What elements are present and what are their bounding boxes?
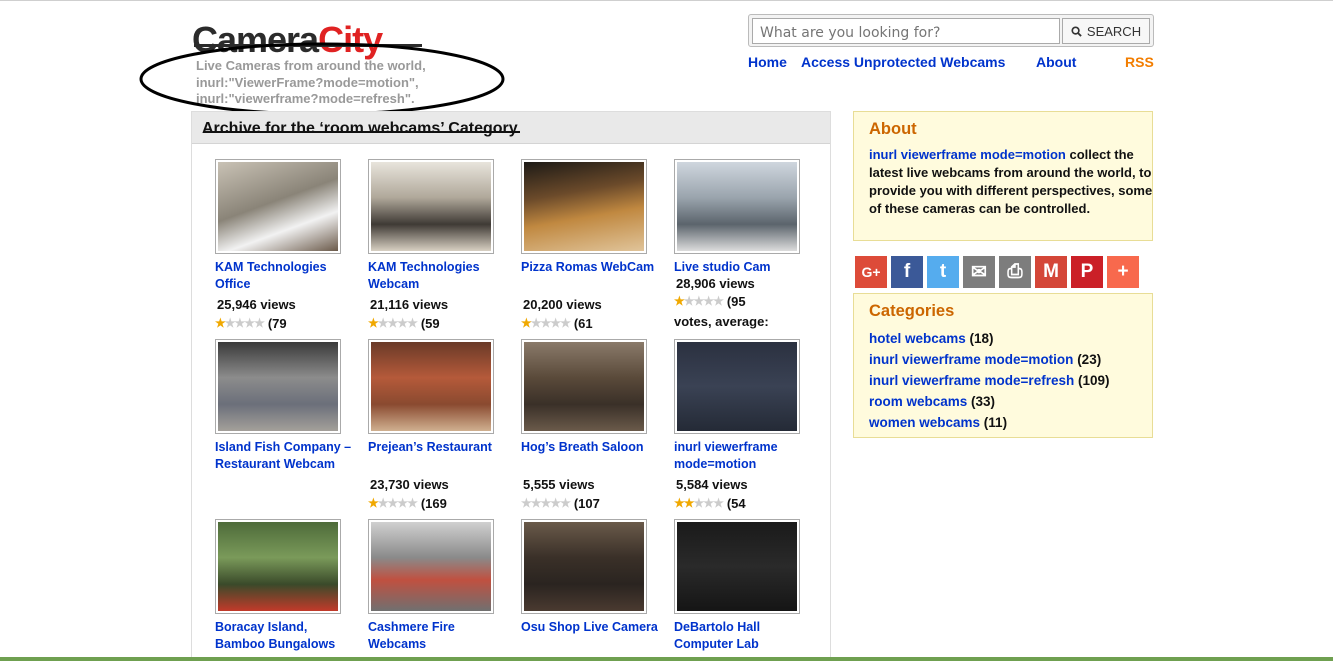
category-item: hotel webcams (18) xyxy=(869,328,1110,349)
webcam-rating[interactable]: ★★★★★ (169 xyxy=(368,496,447,511)
webcam-thumbnail[interactable] xyxy=(215,519,341,614)
search-button-label: SEARCH xyxy=(1086,23,1142,39)
webcam-thumbnail[interactable] xyxy=(674,519,800,614)
nav-about[interactable]: About xyxy=(1036,54,1076,70)
rating-vote-count: (169 xyxy=(420,496,447,511)
about-box: About inurl viewerframe mode=motion coll… xyxy=(853,111,1153,241)
webcam-title-link[interactable]: inurl viewerframe mode=motion xyxy=(674,439,812,473)
webcam-rating[interactable]: ★★★★★ (79 xyxy=(215,316,287,331)
webcam-thumbnail[interactable] xyxy=(368,339,494,434)
rating-stars-icon[interactable]: ★★★★★ xyxy=(674,496,724,510)
rating-votes-text: votes, average: xyxy=(674,314,769,329)
category-link[interactable]: hotel webcams xyxy=(869,331,966,346)
rating-stars-icon[interactable]: ★★★★★ xyxy=(674,294,724,308)
webcam-thumbnail[interactable] xyxy=(215,339,341,434)
hand-drawn-circle-annotation xyxy=(139,42,505,116)
nav-access-unprotected-webcams[interactable]: Access Unprotected Webcams xyxy=(801,54,1005,70)
rating-vote-count: (95 xyxy=(726,294,746,309)
webcam-title-link[interactable]: Prejean’s Restaurant xyxy=(368,439,506,456)
webcam-title-link[interactable]: Osu Shop Live Camera xyxy=(521,619,659,636)
rating-vote-count: (59 xyxy=(420,316,440,331)
rating-stars-icon[interactable]: ★★★★★ xyxy=(521,316,571,330)
webcam-title-link[interactable]: Live studio Cam xyxy=(674,259,812,276)
webcam-thumbnail[interactable] xyxy=(521,339,647,434)
webcam-view-count: 21,116 views xyxy=(370,297,449,312)
search-bar: SEARCH xyxy=(748,14,1154,47)
about-link[interactable]: inurl viewerframe mode=motion xyxy=(869,147,1066,162)
webcam-title-link[interactable]: Cashmere Fire Webcams xyxy=(368,619,506,653)
category-link[interactable]: inurl viewerframe mode=motion xyxy=(869,352,1073,367)
webcam-title-link[interactable]: KAM Technologies Office xyxy=(215,259,353,293)
webcam-thumbnail[interactable] xyxy=(368,519,494,614)
category-item: women webcams (11) xyxy=(869,412,1110,433)
rating-stars-icon[interactable]: ★★★★★ xyxy=(368,316,418,330)
rating-vote-count: (107 xyxy=(573,496,600,511)
facebook-icon[interactable]: f xyxy=(891,256,923,288)
category-item: inurl viewerframe mode=refresh (109) xyxy=(869,370,1110,391)
more-share-icon[interactable]: + xyxy=(1107,256,1139,288)
webcam-rating[interactable]: ★★★★★ (59 xyxy=(368,316,440,331)
gmail-icon[interactable]: M xyxy=(1035,256,1067,288)
webcam-view-count: 25,946 views xyxy=(217,297,296,312)
rating-vote-count: (54 xyxy=(726,496,746,511)
category-link[interactable]: women webcams xyxy=(869,415,980,430)
archive-header: Archive for the ‘room webcams’ Category xyxy=(192,112,830,144)
category-link[interactable]: room webcams xyxy=(869,394,967,409)
webcam-title-link[interactable]: Boracay Island, Bamboo Bungalows xyxy=(215,619,353,653)
rating-stars-icon[interactable]: ★★★★★ xyxy=(521,496,571,510)
webcam-view-count: 23,730 views xyxy=(370,477,449,492)
webcam-thumbnail[interactable] xyxy=(674,339,800,434)
rating-stars-icon[interactable]: ★★★★★ xyxy=(368,496,418,510)
webcam-title-link[interactable]: Pizza Romas WebCam xyxy=(521,259,659,276)
category-count: (33) xyxy=(967,394,996,409)
pinterest-icon[interactable]: P xyxy=(1071,256,1103,288)
search-input[interactable] xyxy=(752,18,1060,44)
category-item: inurl viewerframe mode=motion (23) xyxy=(869,349,1110,370)
category-count: (18) xyxy=(965,331,994,346)
nav-rss[interactable]: RSS xyxy=(1125,54,1154,70)
webcam-rating[interactable]: ★★★★★ (95 xyxy=(674,294,746,309)
rating-stars-icon[interactable]: ★★★★★ xyxy=(215,316,265,330)
webcam-rating[interactable]: ★★★★★ (107 xyxy=(521,496,600,511)
webcam-rating[interactable]: ★★★★★ (61 xyxy=(521,316,593,331)
webcam-view-count: 5,584 views xyxy=(676,477,748,492)
webcam-title-link[interactable]: Hog’s Breath Saloon xyxy=(521,439,659,456)
webcam-title-link[interactable]: KAM Technologies Webcam xyxy=(368,259,506,293)
category-item: room webcams (33) xyxy=(869,391,1110,412)
search-icon xyxy=(1071,25,1082,37)
bottom-divider xyxy=(0,657,1333,661)
webcam-title-link[interactable]: Island Fish Company – Restaurant Webcam xyxy=(215,439,353,473)
webcam-view-count: 20,200 views xyxy=(523,297,602,312)
nav-home[interactable]: Home xyxy=(748,54,787,70)
categories-title: Categories xyxy=(869,302,955,320)
webcam-view-count: 5,555 views xyxy=(523,477,595,492)
category-count: (109) xyxy=(1074,373,1110,388)
about-title: About xyxy=(869,120,917,138)
webcam-title-link[interactable]: DeBartolo Hall Computer Lab xyxy=(674,619,812,653)
category-count: (23) xyxy=(1073,352,1102,367)
webcam-rating[interactable]: ★★★★★ (54 xyxy=(674,496,746,511)
webcam-view-count: 28,906 views xyxy=(676,276,755,291)
archive-title: Archive for the ‘room webcams’ Category xyxy=(202,120,518,137)
webcam-thumbnail[interactable] xyxy=(521,159,647,254)
categories-list: hotel webcams (18) inurl viewerframe mode… xyxy=(869,328,1110,433)
webcam-thumbnail[interactable] xyxy=(521,519,647,614)
rating-vote-count: (61 xyxy=(573,316,593,331)
about-text: inurl viewerframe mode=motion collect th… xyxy=(869,146,1154,218)
rating-vote-count: (79 xyxy=(267,316,287,331)
print-icon[interactable]: ⎙ xyxy=(999,256,1031,288)
webcam-thumbnail[interactable] xyxy=(215,159,341,254)
search-button[interactable]: SEARCH xyxy=(1062,18,1150,44)
category-count: (11) xyxy=(980,415,1008,430)
email-icon[interactable]: ✉ xyxy=(963,256,995,288)
title-strikethrough xyxy=(204,131,520,133)
webcam-thumbnail[interactable] xyxy=(674,159,800,254)
google-plus-icon[interactable]: G+ xyxy=(855,256,887,288)
archive-panel: Archive for the ‘room webcams’ Category … xyxy=(191,111,831,661)
top-divider xyxy=(0,0,1333,1)
twitter-icon[interactable]: t xyxy=(927,256,959,288)
category-link[interactable]: inurl viewerframe mode=refresh xyxy=(869,373,1074,388)
categories-box: Categories hotel webcams (18) inurl viewe… xyxy=(853,293,1153,438)
webcam-thumbnail[interactable] xyxy=(368,159,494,254)
